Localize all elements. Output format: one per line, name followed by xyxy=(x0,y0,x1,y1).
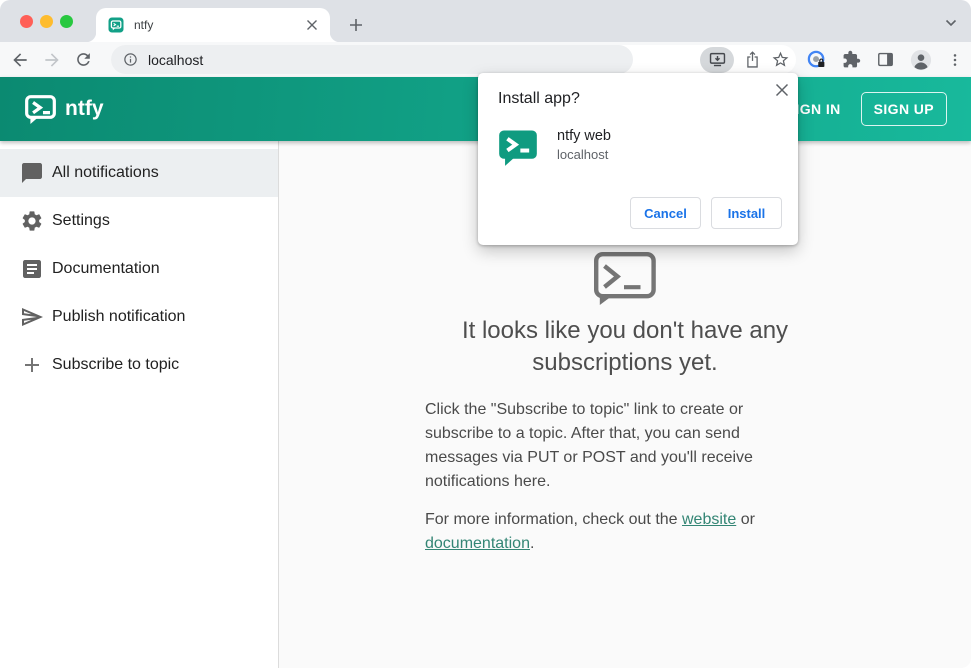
sidebar-item-documentation[interactable]: Documentation xyxy=(0,245,278,293)
install-button[interactable]: Install xyxy=(711,197,782,229)
tab-search-chevron-icon[interactable] xyxy=(945,19,957,27)
empty-state-heading: It looks like you don't have any subscri… xyxy=(461,317,789,376)
browser-tab-ntfy[interactable]: ntfy xyxy=(86,8,340,42)
extensions-puzzle-icon[interactable] xyxy=(842,50,861,69)
ntfy-logo xyxy=(25,94,56,124)
dialog-app-icon xyxy=(499,130,537,166)
address-field[interactable]: localhost xyxy=(111,45,633,74)
browser-toolbar: localhost xyxy=(0,42,971,77)
browser-window: ntfy localhost ntfy SIGN IN SIGN UP All … xyxy=(0,0,971,668)
chat-bubble-icon xyxy=(22,163,42,183)
tab-close-icon[interactable] xyxy=(306,19,318,31)
dialog-app-origin: localhost xyxy=(557,147,609,162)
article-icon xyxy=(23,260,41,278)
empty-state-terminal-icon xyxy=(594,252,656,305)
sidebar-item-settings[interactable]: Settings xyxy=(0,197,278,245)
address-bar[interactable]: localhost xyxy=(111,45,796,74)
sign-up-button[interactable]: SIGN UP xyxy=(860,92,947,126)
side-panel-icon[interactable] xyxy=(876,50,895,69)
cancel-button[interactable]: Cancel xyxy=(630,197,701,229)
documentation-link[interactable]: documentation xyxy=(425,535,530,552)
tab-title: ntfy xyxy=(134,18,154,32)
reload-icon[interactable] xyxy=(74,50,93,69)
install-app-icon[interactable] xyxy=(700,46,734,73)
page-info-icon[interactable] xyxy=(123,52,138,67)
profile-avatar[interactable] xyxy=(910,49,932,71)
close-window-button[interactable] xyxy=(20,15,33,28)
sidebar-item-publish-notification[interactable]: Publish notification xyxy=(0,293,278,341)
more-info-paragraph: For more information, check out the webs… xyxy=(425,511,755,552)
browser-menu-icon[interactable] xyxy=(947,52,963,68)
plus-icon xyxy=(25,358,39,372)
tab-strip: ntfy xyxy=(0,0,971,42)
website-link[interactable]: website xyxy=(682,511,736,528)
password-manager-extension-icon[interactable] xyxy=(806,49,827,70)
gear-icon xyxy=(22,211,42,231)
empty-state-paragraph: Click the "Subscribe to topic" link to c… xyxy=(425,401,753,490)
zoom-window-button[interactable] xyxy=(60,15,73,28)
sidebar-item-all-notifications[interactable]: All notifications xyxy=(0,149,278,197)
address-text: localhost xyxy=(148,51,204,68)
dialog-app-name: ntfy web xyxy=(557,128,611,144)
traffic-lights xyxy=(20,15,73,28)
bookmark-star-icon[interactable] xyxy=(771,50,790,69)
new-tab-button[interactable] xyxy=(344,13,368,37)
sidebar: All notifications Settings Documentation… xyxy=(0,141,279,668)
ntfy-favicon xyxy=(108,17,124,33)
share-icon[interactable] xyxy=(744,50,761,69)
back-icon[interactable] xyxy=(10,50,30,70)
install-app-dialog: Install app? ntfy web localhost Cancel I… xyxy=(478,73,798,245)
send-icon xyxy=(22,308,43,326)
forward-icon[interactable] xyxy=(42,50,62,70)
sidebar-item-subscribe-to-topic[interactable]: Subscribe to topic xyxy=(0,341,278,389)
dialog-title: Install app? xyxy=(498,90,580,107)
dialog-close-icon[interactable] xyxy=(770,78,794,102)
minimize-window-button[interactable] xyxy=(40,15,53,28)
